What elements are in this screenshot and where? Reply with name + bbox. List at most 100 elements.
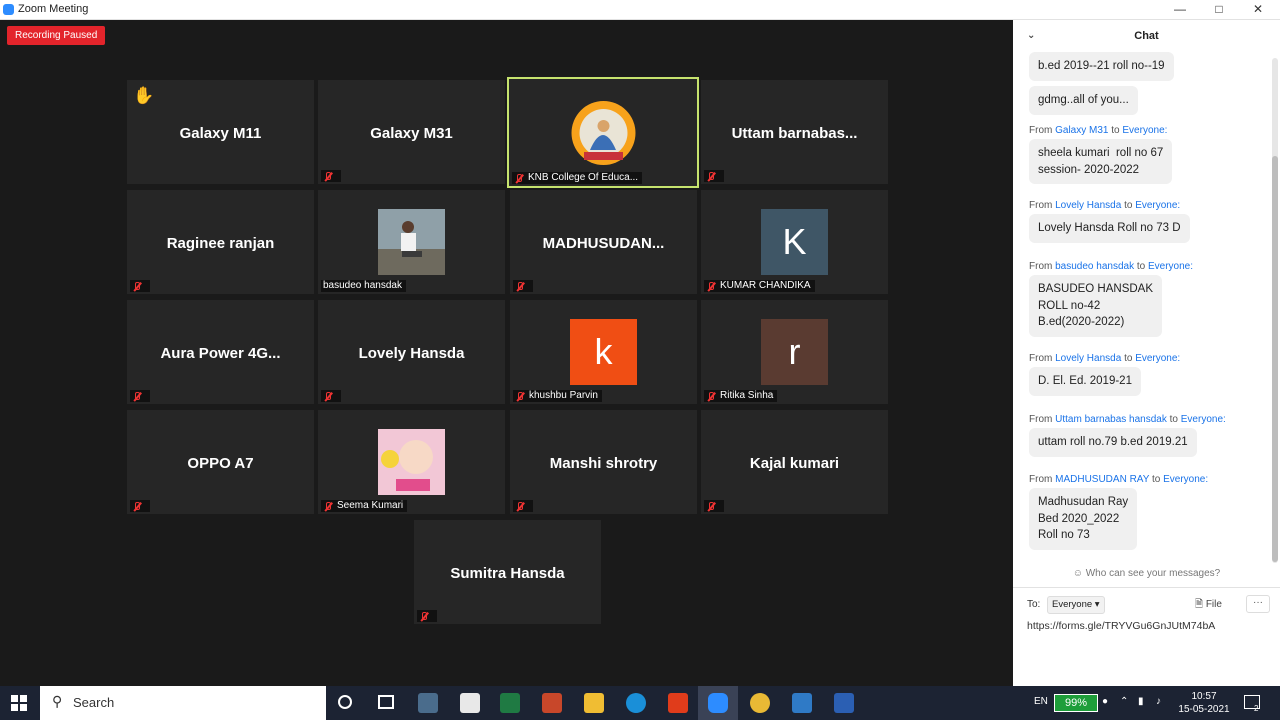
chrome-icon[interactable] <box>750 693 770 713</box>
video-tile[interactable]: ✋ Galaxy M11 <box>127 80 314 184</box>
chat-scrollbar-thumb[interactable] <box>1272 156 1278 562</box>
taskbar-search-box[interactable]: ⚲ Search <box>40 686 326 720</box>
chat-message: Madhusudan Ray Bed 2020_2022 Roll no 73 <box>1029 488 1138 550</box>
participant-label: KUMAR CHANDIKA <box>704 280 815 292</box>
task-view-icon[interactable] <box>378 695 394 709</box>
control-panel-icon[interactable] <box>418 693 438 713</box>
mic-icon[interactable]: ● <box>1102 696 1108 707</box>
raised-hand-icon: ✋ <box>133 86 155 105</box>
search-placeholder: Search <box>73 695 115 710</box>
participant-name: MADHUSUDAN... <box>542 235 665 252</box>
chevron-up-icon[interactable]: ⌃ <box>1120 696 1128 707</box>
language-indicator[interactable]: EN <box>1034 696 1048 707</box>
zoom-app-icon <box>3 4 14 15</box>
recipient-select[interactable]: Everyone ▾ <box>1047 596 1105 614</box>
file-icon: 🗎 <box>1195 599 1204 610</box>
close-button[interactable]: ✕ <box>1238 0 1278 19</box>
video-tile[interactable]: basudeo hansdak <box>318 190 505 294</box>
windows-taskbar: ⚲ Search EN 99% ● ⌃ ▮ ♪ 10:57 15-05-2021… <box>0 686 1280 720</box>
participant-label <box>704 500 724 512</box>
participant-name: Galaxy M31 <box>370 125 453 142</box>
word-icon[interactable] <box>834 693 854 713</box>
mic-muted-icon <box>514 173 524 184</box>
title-bar: Zoom Meeting — □ ✕ <box>0 0 1280 20</box>
video-tile[interactable]: Seema Kumari <box>318 410 505 514</box>
excel-icon[interactable] <box>500 693 520 713</box>
chat-message: uttam roll no.79 b.ed 2019.21 <box>1029 428 1197 457</box>
video-tile[interactable]: MADHUSUDAN... <box>510 190 697 294</box>
minimize-button[interactable]: — <box>1160 0 1200 19</box>
who-can-see-link[interactable]: ☺ Who can see your messages? <box>1013 568 1280 579</box>
video-tile[interactable]: K KUMAR CHANDIKA <box>701 190 888 294</box>
message-sender: From MADHUSUDAN RAY to Everyone: <box>1029 474 1209 485</box>
video-tile[interactable]: Uttam barnabas... <box>701 80 888 184</box>
windows-start-icon[interactable] <box>11 695 27 711</box>
chat-message: sheela kumari roll no 67 session- 2020-2… <box>1029 139 1173 184</box>
mic-muted-icon <box>706 281 716 292</box>
clock[interactable]: 10:57 15-05-2021 <box>1176 690 1232 716</box>
zoom-taskbar-active[interactable] <box>698 686 738 720</box>
chat-message: b.ed 2019--21 roll no--19 <box>1029 52 1174 81</box>
participant-label <box>513 500 533 512</box>
mic-muted-icon <box>323 171 333 182</box>
photos-icon[interactable] <box>792 693 812 713</box>
file-button[interactable]: 🗎 File <box>1195 597 1222 614</box>
search-icon: ⚲ <box>52 693 63 709</box>
chat-title: Chat <box>1134 30 1159 42</box>
college-logo-image <box>571 101 636 165</box>
chat-message: BASUDEO HANSDAK ROLL no-42 B.ed(2020-202… <box>1029 275 1163 337</box>
maximize-button[interactable]: □ <box>1199 0 1239 19</box>
message-sender: From basudeo hansdak to Everyone: <box>1029 261 1194 272</box>
meeting-gallery: Recording Paused ✋ Galaxy M11 Galaxy M31… <box>0 20 1013 686</box>
video-tile[interactable]: Manshi shrotry <box>510 410 697 514</box>
participant-label <box>513 280 533 292</box>
window-title: Zoom Meeting <box>18 3 89 15</box>
video-tile[interactable]: Lovely Hansda <box>318 300 505 404</box>
video-tile[interactable]: Sumitra Hansda <box>414 520 601 624</box>
file-explorer-icon[interactable] <box>584 693 604 713</box>
edge-icon[interactable] <box>626 693 646 713</box>
more-options-button[interactable]: ··· <box>1246 595 1270 613</box>
mic-muted-icon <box>323 391 333 402</box>
chat-panel: ⌄ Chat b.ed 2019--21 roll no--19 gdmg..a… <box>1013 20 1280 686</box>
store-icon[interactable] <box>460 693 480 713</box>
video-tile[interactable]: Kajal kumari <box>701 410 888 514</box>
video-tile[interactable]: OPPO A7 <box>127 410 314 514</box>
avatar-letter: k <box>570 319 637 385</box>
chat-input[interactable]: https://forms.gle/TRYVGu6GnJUtM74bA <box>1027 620 1215 632</box>
chevron-down-icon[interactable]: ⌄ <box>1027 30 1035 41</box>
cortana-icon[interactable] <box>338 695 352 709</box>
battery-icon[interactable]: ▮ <box>1138 696 1144 707</box>
video-tile-active-speaker[interactable]: KNB College Of Educa... <box>507 77 699 188</box>
mic-muted-icon <box>515 391 525 402</box>
mic-muted-icon <box>419 611 429 622</box>
participant-label: KNB College Of Educa... <box>512 172 643 184</box>
mic-muted-icon <box>323 501 333 512</box>
chat-messages[interactable]: b.ed 2019--21 roll no--19 gdmg..all of y… <box>1013 50 1269 562</box>
mic-muted-icon <box>706 171 716 182</box>
volume-icon[interactable]: ♪ <box>1156 696 1161 707</box>
message-sender: From Lovely Hansda to Everyone: <box>1029 200 1181 211</box>
chat-message: Lovely Hansda Roll no 73 D <box>1029 214 1190 243</box>
video-tile[interactable]: Raginee ranjan <box>127 190 314 294</box>
video-tile[interactable]: k khushbu Parvin <box>510 300 697 404</box>
participant-name: Lovely Hansda <box>358 345 465 362</box>
participant-label <box>130 390 150 402</box>
chat-message: gdmg..all of you... <box>1029 86 1138 115</box>
participant-label <box>130 500 150 512</box>
participant-name: Uttam barnabas... <box>731 125 858 142</box>
mic-muted-icon <box>706 391 716 402</box>
video-tile[interactable]: r Ritika Sinha <box>701 300 888 404</box>
video-tile[interactable]: Aura Power 4G... <box>127 300 314 404</box>
zoom-icon <box>708 693 728 713</box>
video-tile[interactable]: Galaxy M31 <box>318 80 505 184</box>
recording-paused-badge[interactable]: Recording Paused <box>7 26 106 45</box>
person-photo-image <box>378 209 445 275</box>
mic-muted-icon <box>515 281 525 292</box>
participant-name: Galaxy M11 <box>179 125 262 142</box>
battery-indicator[interactable]: 99% <box>1054 694 1098 712</box>
person-icon: ☺ <box>1072 568 1083 579</box>
office-icon[interactable] <box>668 693 688 713</box>
chat-header: ⌄ Chat <box>1013 30 1280 46</box>
powerpoint-icon[interactable] <box>542 693 562 713</box>
